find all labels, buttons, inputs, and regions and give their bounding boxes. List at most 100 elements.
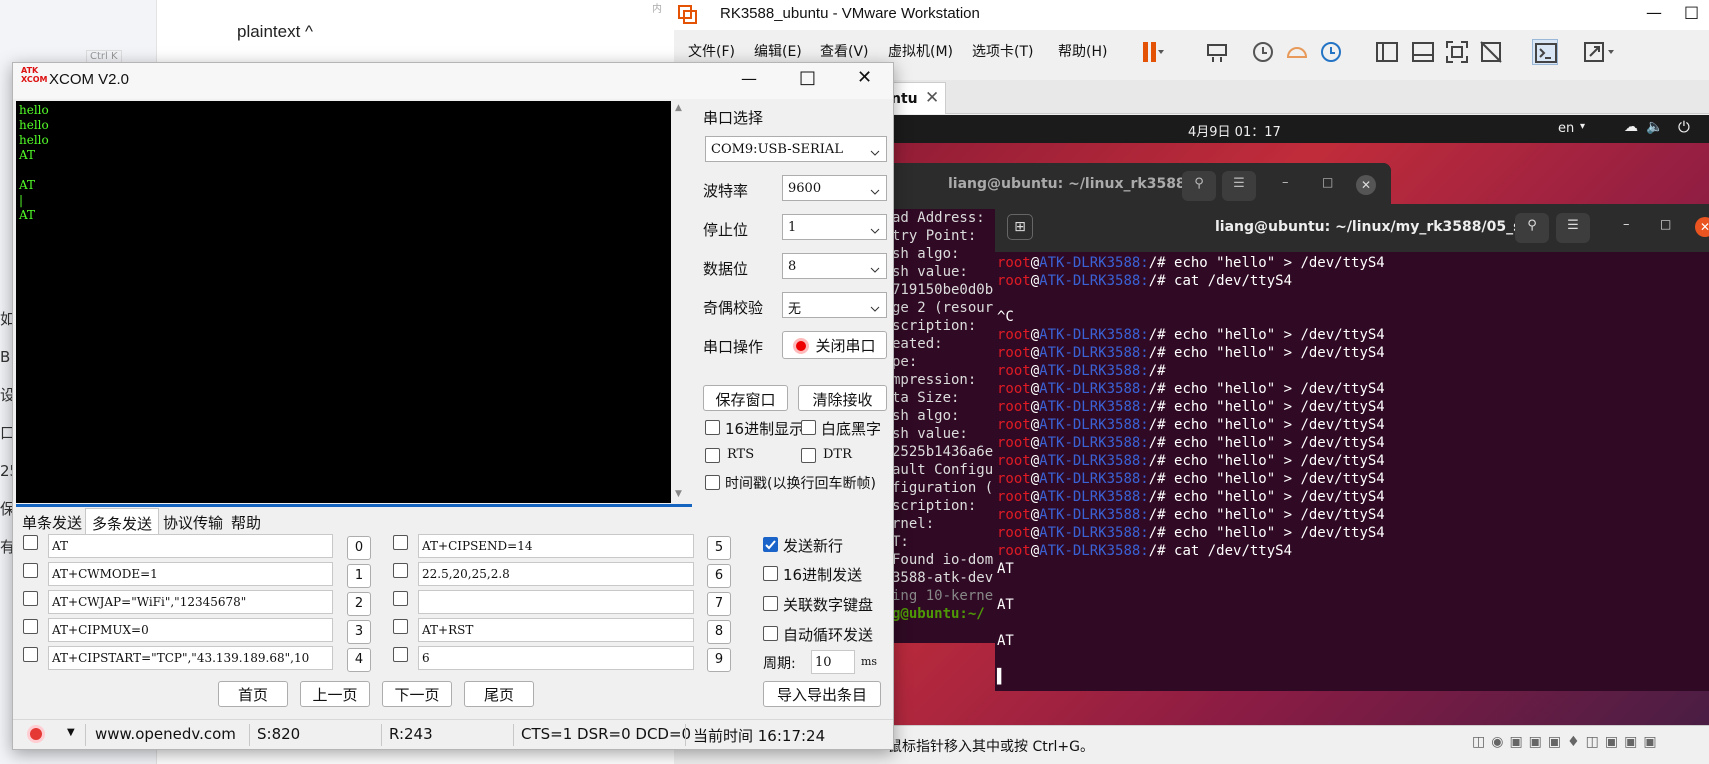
timestamp-checkbox[interactable] [705, 475, 720, 490]
entry-input[interactable] [418, 590, 694, 614]
entry-send-button[interactable]: 6 [707, 564, 731, 588]
tab-multi-send[interactable]: 多条发送 [85, 508, 160, 534]
volume-icon[interactable]: 🔈 [1646, 119, 1663, 135]
entry-send-button[interactable]: 0 [347, 536, 371, 560]
snapshot-manager-icon[interactable] [1318, 39, 1344, 65]
hex-send-checkbox[interactable] [763, 566, 778, 581]
prev-page-button[interactable]: 上一页 [300, 681, 370, 707]
entry-input[interactable]: AT+CIPSTART="TCP","43.139.189.68",10 [48, 646, 333, 670]
minimize-icon[interactable]: – [1282, 175, 1289, 190]
library-view-icon[interactable] [1374, 39, 1400, 65]
entry-input[interactable]: AT+CIPSEND=14 [418, 534, 694, 558]
data-bits-select[interactable]: 8 [782, 253, 887, 279]
receive-scrollbar[interactable]: ▲ ▼ [671, 101, 689, 503]
fullscreen-icon[interactable] [1444, 39, 1470, 65]
menu-button[interactable]: ☰ [1222, 171, 1256, 201]
entry-checkbox[interactable] [23, 591, 38, 606]
entry-checkbox[interactable] [393, 535, 408, 550]
import-export-button[interactable]: 导入导出条目 [763, 681, 881, 707]
gnome-clock[interactable]: 4月9日 01：17 [1188, 121, 1281, 140]
dtr-checkbox[interactable] [801, 448, 816, 463]
send-newline-checkbox[interactable] [763, 537, 778, 552]
entry-checkbox[interactable] [23, 563, 38, 578]
stretch-icon[interactable] [1582, 39, 1614, 65]
revert-snapshot-icon[interactable] [1284, 39, 1310, 65]
minimize-button[interactable]: — [741, 69, 757, 88]
entry-send-button[interactable]: 3 [347, 620, 371, 644]
search-button[interactable]: ⚲ [1515, 213, 1549, 243]
send-keys-icon[interactable] [1204, 39, 1230, 65]
network-icon[interactable]: ☁ [1624, 119, 1638, 135]
minimize-button[interactable]: — [1646, 3, 1662, 22]
website-link[interactable]: www.openedv.com [95, 725, 236, 743]
receive-area[interactable]: hello hello hello AT AT | AT [16, 101, 671, 503]
menu-button[interactable]: ☰ [1556, 213, 1590, 243]
terminal-front[interactable]: ⊞ liang@ubuntu: ~/linux/my_rk3588/05_spi… [995, 204, 1709, 691]
entry-send-button[interactable]: 5 [707, 536, 731, 560]
minimize-icon[interactable]: – [1623, 217, 1630, 232]
save-window-button[interactable]: 保存窗口 [703, 385, 788, 411]
entry-checkbox[interactable] [393, 591, 408, 606]
close-icon[interactable]: ✕ [1695, 217, 1709, 237]
menu-tabs[interactable]: 选项卡(T) [972, 41, 1033, 61]
first-page-button[interactable]: 首页 [218, 681, 288, 707]
hex-display-checkbox[interactable] [705, 420, 720, 435]
menu-vm[interactable]: 虚拟机(M) [888, 41, 953, 61]
entry-input[interactable]: AT [48, 534, 333, 558]
entry-send-button[interactable]: 4 [347, 648, 371, 672]
settings-icon[interactable] [27, 725, 45, 743]
menu-help[interactable]: 帮助(H) [1058, 41, 1107, 61]
maximize-icon[interactable]: □ [1660, 217, 1671, 231]
entry-checkbox[interactable] [393, 647, 408, 662]
language-selector[interactable]: plaintext ^ [237, 22, 313, 42]
white-bg-checkbox[interactable] [801, 420, 816, 435]
search-button[interactable]: ⚲ [1182, 171, 1216, 201]
entry-checkbox[interactable] [23, 619, 38, 634]
close-port-button[interactable]: 关闭串口 [782, 331, 887, 359]
tab-single-send[interactable]: 单条发送 [16, 508, 88, 534]
entry-input[interactable]: 22.5,20,25,2.8 [418, 562, 694, 586]
auto-loop-checkbox[interactable] [763, 626, 778, 641]
entry-input[interactable]: AT+CWJAP="WiFi","12345678" [48, 590, 333, 614]
tab-close-icon[interactable]: ✕ [925, 88, 939, 108]
entry-checkbox[interactable] [23, 647, 38, 662]
last-page-button[interactable]: 尾页 [464, 681, 534, 707]
snapshot-icon[interactable] [1250, 39, 1276, 65]
scroll-down-icon[interactable]: ▼ [675, 489, 682, 499]
maximize-icon[interactable]: □ [1322, 175, 1333, 189]
pause-icon[interactable] [1138, 39, 1164, 65]
baud-select[interactable]: 9600 [782, 175, 887, 201]
power-icon[interactable]: ⏻ [1678, 118, 1690, 136]
maximize-button[interactable]: □ [799, 67, 816, 88]
entry-checkbox[interactable] [23, 535, 38, 550]
entry-send-button[interactable]: 2 [347, 592, 371, 616]
entry-send-button[interactable]: 9 [707, 648, 731, 672]
unity-icon[interactable] [1478, 39, 1504, 65]
keyboard-layout[interactable]: en [1558, 121, 1574, 136]
menu-file[interactable]: 文件(F) [688, 41, 735, 61]
entry-send-button[interactable]: 8 [707, 620, 731, 644]
clear-receive-button[interactable]: 清除接收 [798, 385, 887, 411]
menu-edit[interactable]: 编辑(E) [754, 41, 802, 61]
entry-input[interactable]: AT+CIPMUX=0 [48, 618, 333, 642]
entry-input[interactable]: 6 [418, 646, 694, 670]
entry-input[interactable]: AT+RST [418, 618, 694, 642]
tab-help[interactable]: 帮助 [225, 508, 267, 534]
next-page-button[interactable]: 下一页 [382, 681, 452, 707]
parity-select[interactable]: 无 [782, 292, 887, 318]
chevron-down-icon[interactable]: ▼ [67, 727, 75, 738]
maximize-button[interactable]: □ [1684, 2, 1699, 21]
entry-send-button[interactable]: 7 [707, 592, 731, 616]
menu-view[interactable]: 查看(V) [820, 41, 869, 61]
entry-send-button[interactable]: 1 [347, 564, 371, 588]
thumbnail-view-icon[interactable] [1410, 39, 1436, 65]
console-view-icon[interactable] [1532, 39, 1558, 65]
scroll-up-icon[interactable]: ▲ [675, 103, 682, 113]
numpad-checkbox[interactable] [763, 596, 778, 611]
entry-checkbox[interactable] [393, 619, 408, 634]
device-icons[interactable]: ◫◉▣▣▣♦◫▣▣▣ [1472, 734, 1663, 750]
period-input[interactable]: 10 [811, 650, 855, 674]
stop-bits-select[interactable]: 1 [782, 214, 887, 240]
close-button[interactable]: ✕ [857, 67, 872, 88]
entry-checkbox[interactable] [393, 563, 408, 578]
